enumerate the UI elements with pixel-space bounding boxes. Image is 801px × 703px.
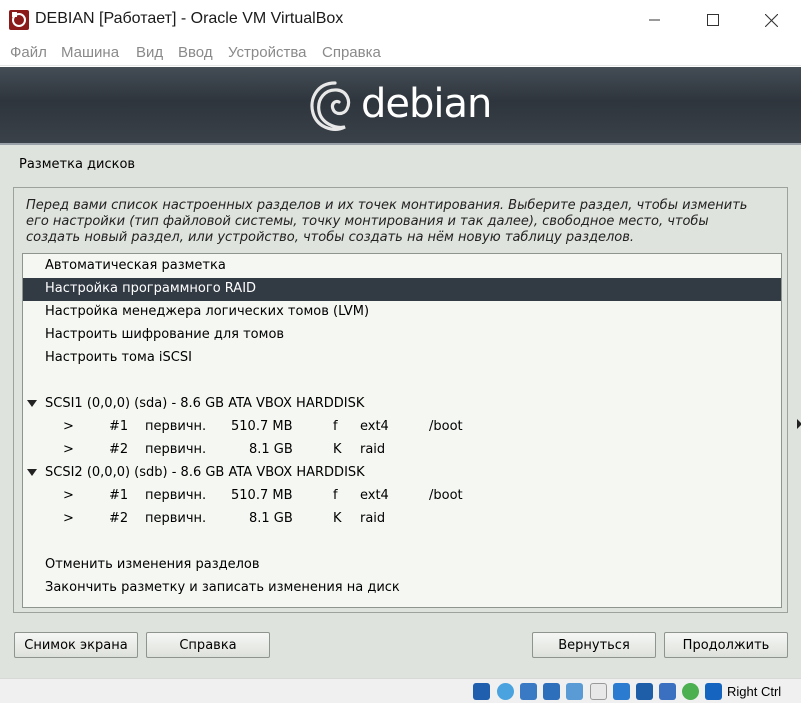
usb-icon[interactable] (566, 683, 583, 700)
debian-swirl-icon (310, 81, 351, 131)
list-item-iscsi[interactable]: Настроить тома iSCSI (23, 347, 781, 370)
audio-icon[interactable] (520, 683, 537, 700)
optical-drive-icon[interactable] (497, 683, 514, 700)
debian-logo: debian (305, 77, 492, 139)
mouse-integration-icon[interactable] (682, 683, 699, 700)
menu-input[interactable]: Ввод (178, 44, 213, 61)
help-button[interactable]: Справка (146, 632, 270, 658)
list-item-undo-changes[interactable]: Отменить изменения разделов (23, 554, 781, 577)
partition-row[interactable]: > #1 первичн. 510.7 MB f ext4 /boot (23, 485, 781, 508)
section-title: Разметка дисков (19, 157, 136, 172)
scroll-right-arrow-icon (797, 419, 801, 429)
expand-triangle-icon (27, 469, 37, 476)
hard-disk-icon[interactable] (473, 683, 490, 700)
disk-row-sdb[interactable]: SCSI2 (0,0,0) (sdb) - 8.6 GB ATA VBOX HA… (23, 462, 781, 485)
menu-help[interactable]: Справка (322, 44, 381, 61)
vm-display[interactable]: debian Разметка дисков Перед вами список… (0, 67, 801, 678)
close-button[interactable] (742, 0, 800, 40)
expand-triangle-icon (27, 400, 37, 407)
menu-file[interactable]: Файл (10, 44, 47, 61)
keyboard-capture-icon[interactable] (705, 683, 722, 700)
partition-list[interactable]: Автоматическая разметка Настройка програ… (22, 253, 782, 608)
debian-logo-text: debian (361, 81, 492, 127)
virtualbox-app-icon (9, 10, 29, 30)
screen-recording-icon[interactable] (636, 683, 653, 700)
list-item-auto-partition[interactable]: Автоматическая разметка (23, 255, 781, 278)
window-title: DEBIAN [Работает] - Oracle VM VirtualBox (35, 10, 344, 27)
menu-devices[interactable]: Устройства (228, 44, 306, 61)
disk-row-sda[interactable]: SCSI1 (0,0,0) (sda) - 8.6 GB ATA VBOX HA… (23, 393, 781, 416)
minimize-icon (649, 19, 660, 21)
network-icon[interactable] (543, 683, 560, 700)
debian-banner: debian (0, 67, 801, 145)
menu-view[interactable]: Вид (136, 44, 163, 61)
menu-machine[interactable]: Машина (61, 44, 119, 61)
status-bar: Right Ctrl (0, 678, 801, 703)
partition-row[interactable]: > #1 первичн. 510.7 MB f ext4 /boot (23, 416, 781, 439)
list-item-encryption[interactable]: Настроить шифрование для томов (23, 324, 781, 347)
window-titlebar: DEBIAN [Работает] - Oracle VM VirtualBox (0, 0, 801, 40)
maximize-icon (707, 14, 719, 26)
content-panel: Перед вами список настроенных разделов и… (13, 187, 788, 613)
close-icon (764, 13, 778, 27)
shared-folders-icon[interactable] (590, 683, 607, 700)
continue-button[interactable]: Продолжить (664, 632, 788, 658)
list-item-lvm[interactable]: Настройка менеджера логических томов (LV… (23, 301, 781, 324)
host-key-label: Right Ctrl (727, 684, 782, 699)
screenshot-button[interactable]: Снимок экрана (14, 632, 138, 658)
back-button[interactable]: Вернуться (532, 632, 656, 658)
minimize-button[interactable] (626, 0, 684, 40)
intro-text: Перед вами список настроенных разделов и… (26, 198, 748, 245)
partition-row[interactable]: > #2 первичн. 8.1 GB K raid (23, 439, 781, 462)
partition-row[interactable]: > #2 первичн. 8.1 GB K raid (23, 508, 781, 531)
maximize-button[interactable] (684, 0, 742, 40)
display-icon[interactable] (613, 683, 630, 700)
virtualization-icon[interactable] (659, 683, 676, 700)
list-item-finish-partitioning[interactable]: Закончить разметку и записать изменения … (23, 577, 781, 600)
menu-bar: Файл Машина Вид Ввод Устройства Справка (0, 40, 801, 66)
list-item-software-raid[interactable]: Настройка программного RAID (23, 278, 781, 301)
